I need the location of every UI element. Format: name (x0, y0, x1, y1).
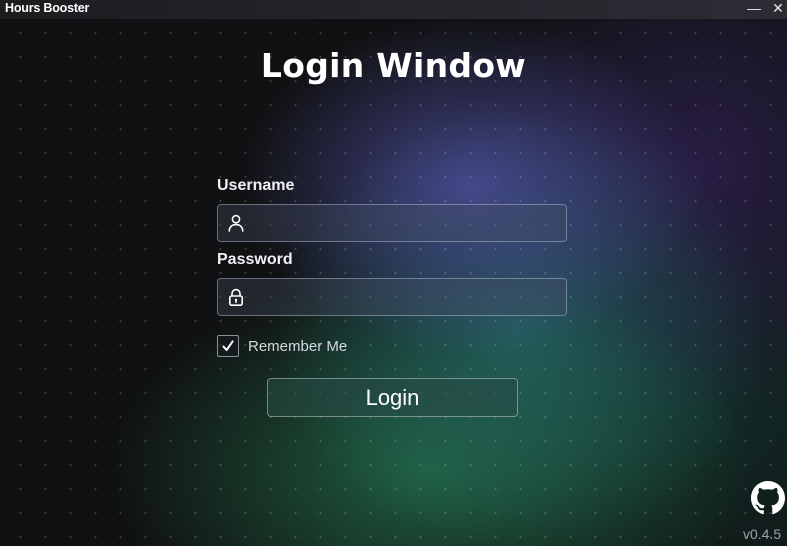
page-title: Login Window (260, 46, 527, 85)
password-input[interactable] (254, 279, 564, 317)
username-input[interactable] (254, 205, 564, 243)
minimize-button[interactable]: — (745, 0, 763, 17)
lock-icon (228, 288, 243, 306)
username-label: Username (217, 177, 295, 194)
username-field[interactable] (217, 204, 567, 243)
close-button[interactable]: ✕ (769, 0, 787, 17)
remember-me-label[interactable]: Remember Me (248, 338, 347, 355)
remember-me-checkbox[interactable] (217, 335, 239, 357)
user-icon (228, 214, 244, 232)
github-icon[interactable] (751, 481, 785, 515)
app-window: Hours Booster — ✕ Login Window Username … (0, 0, 787, 546)
login-button[interactable]: Login (267, 378, 518, 417)
password-field[interactable] (217, 278, 567, 317)
password-label: Password (217, 251, 293, 268)
checkmark-icon (222, 340, 234, 351)
version-label: v0.4.5 (743, 526, 782, 542)
title-bar[interactable]: Hours Booster — ✕ (0, 0, 787, 19)
app-title: Hours Booster (5, 1, 90, 15)
